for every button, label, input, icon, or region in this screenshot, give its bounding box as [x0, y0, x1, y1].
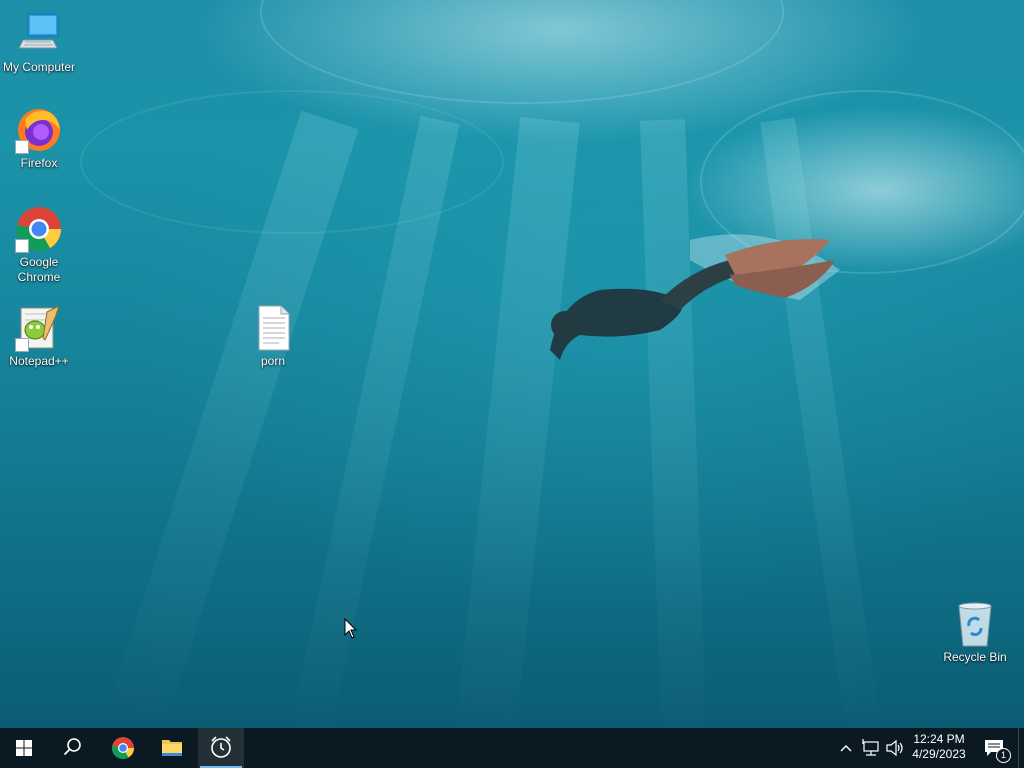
- clock-time: 12:24 PM: [913, 732, 965, 746]
- desktop-icon-my-computer[interactable]: My Computer: [0, 10, 79, 75]
- network-icon: [862, 739, 879, 756]
- desktop-icon-label: porn: [260, 354, 286, 368]
- chrome-icon: [111, 737, 134, 759]
- desktop-icon-google-chrome[interactable]: Google Chrome: [0, 205, 79, 285]
- start-button[interactable]: [0, 728, 48, 768]
- search-icon: [63, 738, 81, 756]
- taskbar: 12:24 PM 4/29/2023 1: [0, 728, 1024, 768]
- desktop-icon-label: Notepad++: [9, 354, 69, 368]
- desktop-icon-notepadpp[interactable]: Notepad++: [0, 304, 79, 369]
- desktop-icon-label: Google Chrome: [17, 255, 61, 284]
- desktop-icon-text-file[interactable]: porn: [233, 304, 313, 369]
- desktop-icon-label: Firefox: [20, 156, 58, 170]
- shortcut-arrow-icon: [15, 140, 29, 154]
- clock-date: 4/29/2023: [912, 747, 966, 761]
- shortcut-arrow-icon: [15, 338, 29, 352]
- firefox-icon: [15, 106, 63, 154]
- notepadpp-icon: [15, 304, 63, 352]
- taskbar-alarms-clock-button[interactable]: [198, 728, 244, 768]
- show-hidden-icons-button[interactable]: [837, 728, 855, 768]
- desktop-background: My Computer Firefox Google Chrome Notepa…: [0, 0, 1024, 728]
- volume-tray-button[interactable]: [884, 728, 906, 768]
- my-computer-icon: [15, 10, 63, 58]
- text-file-icon: [249, 304, 297, 352]
- desktop-icon-firefox[interactable]: Firefox: [0, 106, 79, 171]
- taskbar-chrome-button[interactable]: [99, 728, 147, 768]
- network-tray-button[interactable]: [860, 728, 882, 768]
- chevron-up-icon: [840, 745, 852, 752]
- notification-count-badge: 1: [996, 748, 1011, 763]
- taskbar-file-explorer-button[interactable]: [148, 728, 196, 768]
- clock-tray-button[interactable]: 12:24 PM 4/29/2023: [908, 728, 970, 768]
- search-button[interactable]: [48, 728, 96, 768]
- mouse-cursor-icon: [344, 617, 358, 645]
- freediver-illustration: [550, 234, 840, 360]
- light-ray: [640, 119, 708, 728]
- windows-logo-icon: [16, 740, 32, 756]
- alarm-clock-icon: [211, 736, 231, 758]
- wave-ripple: [260, 0, 784, 104]
- action-center-button[interactable]: 1: [976, 728, 1012, 768]
- wave-ripple: [80, 90, 504, 234]
- shortcut-arrow-icon: [15, 239, 29, 253]
- folder-icon: [162, 740, 182, 756]
- light-ray: [453, 116, 580, 728]
- desktop-icon-label: Recycle Bin: [943, 650, 1007, 664]
- recycle-bin-icon: [951, 600, 999, 648]
- show-desktop-button[interactable]: [1018, 728, 1024, 768]
- desktop-icon-label: My Computer: [2, 60, 76, 74]
- speaker-icon: [886, 739, 903, 757]
- desktop-icon-recycle-bin[interactable]: Recycle Bin: [935, 600, 1015, 665]
- chrome-icon: [15, 205, 63, 253]
